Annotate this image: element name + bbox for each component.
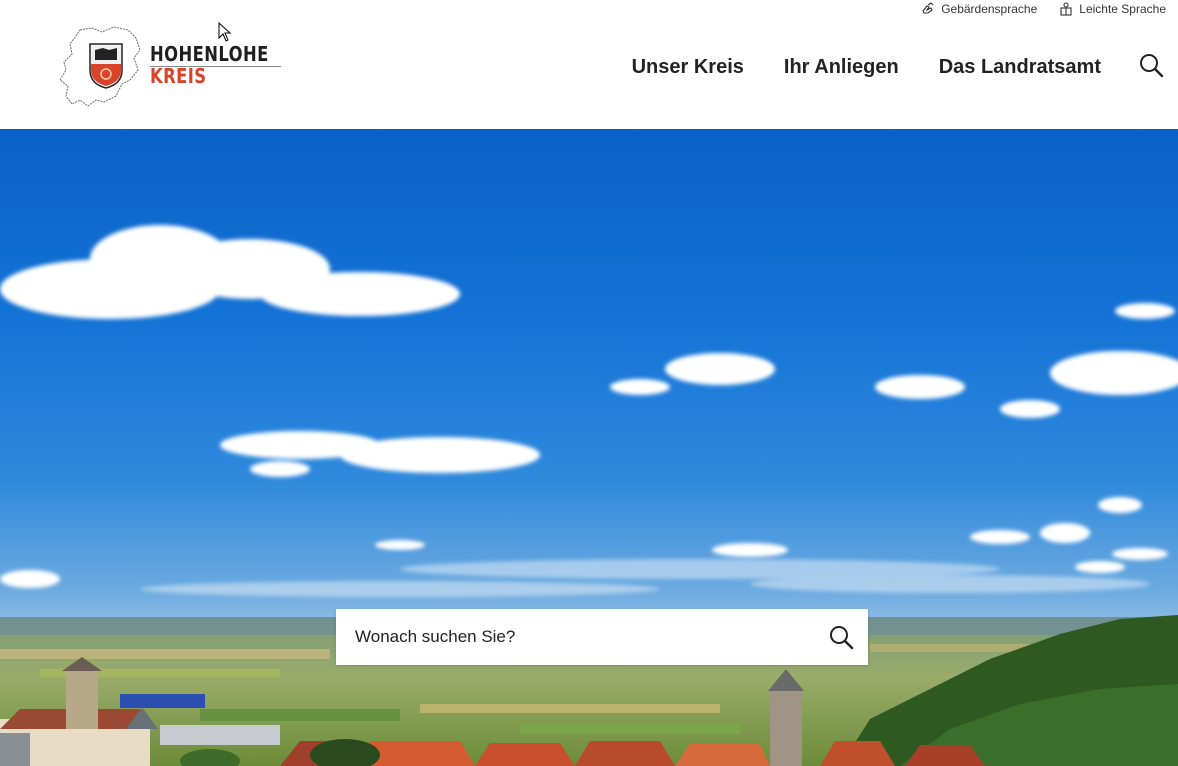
hero-banner: [0, 129, 1178, 766]
logo-wordmark: HOHENLOHE KREIS: [150, 44, 295, 86]
main-nav: Unser Kreis Ihr Anliegen Das Landratsamt: [632, 56, 1101, 79]
easy-language-label: Leichte Sprache: [1079, 2, 1166, 16]
meta-links: Gebärdensprache Leichte Sprache: [921, 2, 1166, 16]
sign-language-link[interactable]: Gebärdensprache: [921, 2, 1037, 16]
logo-line-1: HOHENLOHE: [150, 42, 269, 66]
logo-rule: [150, 66, 281, 67]
search-input[interactable]: [355, 627, 795, 647]
logo-line-2: KREIS: [150, 64, 207, 88]
search-icon[interactable]: [1138, 52, 1164, 78]
easy-language-link[interactable]: Leichte Sprache: [1059, 2, 1166, 16]
landscape-image: [0, 225, 1178, 766]
nav-item-ihr-anliegen[interactable]: Ihr Anliegen: [784, 56, 899, 79]
mouse-cursor-icon: [218, 22, 232, 42]
sign-language-label: Gebärdensprache: [941, 2, 1038, 16]
hero-search-box: [336, 609, 868, 665]
easy-language-icon: [1060, 2, 1072, 16]
hands-icon: [922, 2, 934, 14]
nav-item-das-landratsamt[interactable]: Das Landratsamt: [939, 56, 1101, 79]
nav-item-unser-kreis[interactable]: Unser Kreis: [632, 56, 744, 79]
district-map-icon: [59, 26, 141, 107]
search-submit-icon[interactable]: [828, 624, 854, 650]
coat-of-arms-icon: [89, 43, 123, 89]
site-logo[interactable]: HOHENLOHE KREIS: [58, 24, 284, 108]
site-header: Gebärdensprache Leichte Sprache HOHENLOH…: [0, 0, 1178, 129]
